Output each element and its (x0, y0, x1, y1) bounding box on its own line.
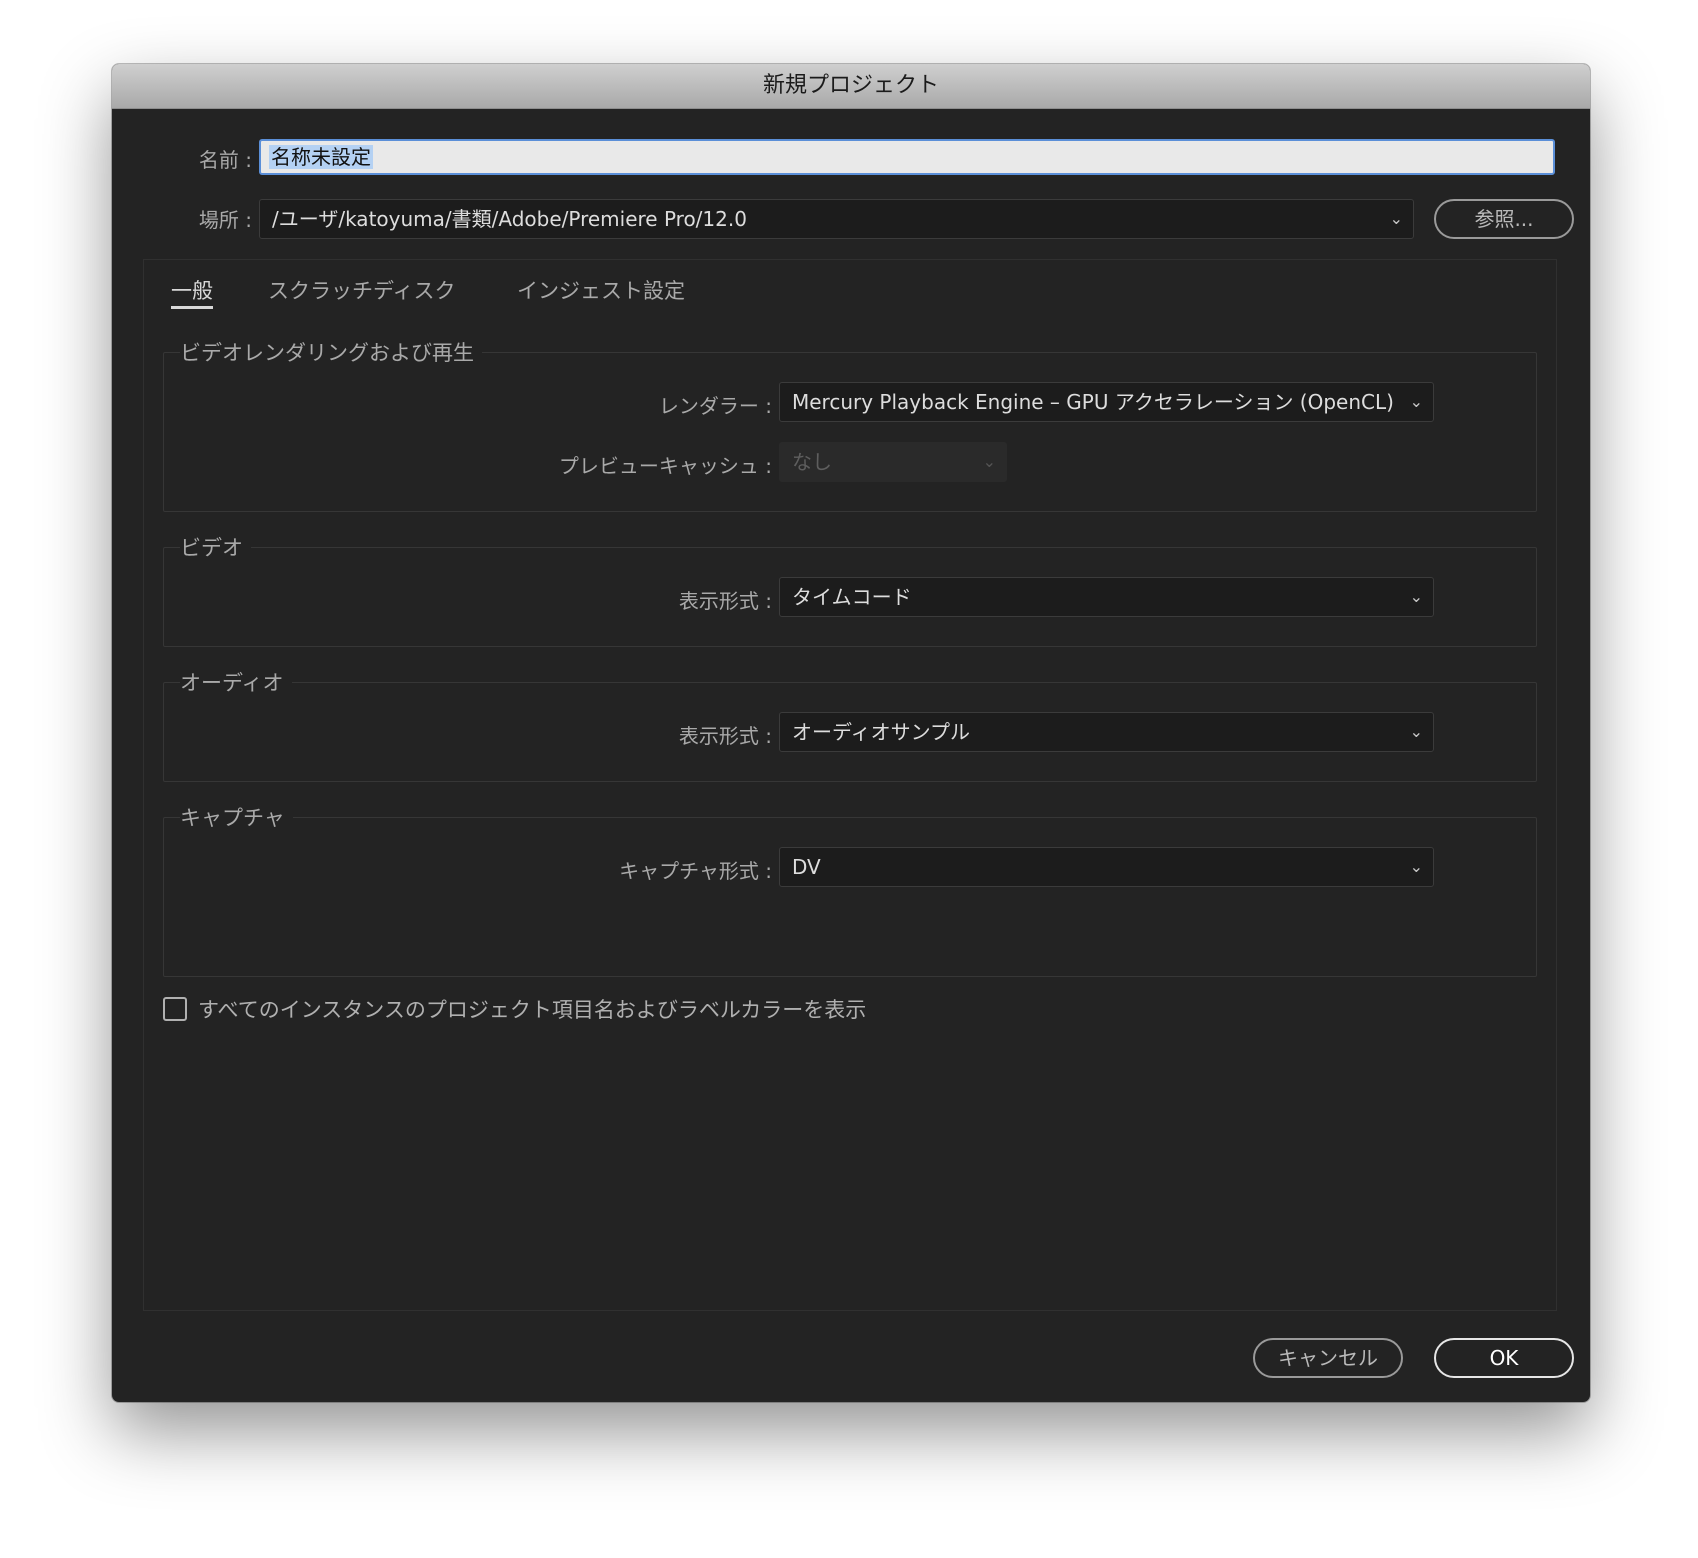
tab-general[interactable]: 一般 (171, 275, 213, 305)
preview-cache-label: プレビューキャッシュ : (558, 454, 772, 478)
renderer-value: Mercury Playback Engine – GPU アクセラレーション … (792, 390, 1394, 414)
show-labels-checkbox[interactable] (163, 997, 187, 1021)
audio-title: オーディオ (180, 667, 292, 697)
cancel-button-label: キャンセル (1278, 1346, 1378, 1370)
show-labels-checkbox-label[interactable]: すべてのインスタンスのプロジェクト項目名およびラベルカラーを表示 (198, 994, 866, 1024)
audio-display-format-label: 表示形式 : (678, 724, 772, 748)
tab-ingest-settings[interactable]: インジェスト設定 (517, 275, 685, 305)
video-display-format-label: 表示形式 : (678, 589, 772, 613)
video-display-format-value: タイムコード (792, 585, 912, 609)
tab-scratch-disks[interactable]: スクラッチディスク (268, 275, 456, 305)
audio-display-format-dropdown[interactable]: オーディオサンプル ⌄ (779, 712, 1434, 752)
browse-button-label: 参照... (1474, 207, 1534, 231)
capture-format-dropdown[interactable]: DV ⌄ (779, 847, 1434, 887)
chevron-down-icon: ⌄ (982, 452, 996, 471)
project-name-value: 名称未設定 (269, 145, 373, 169)
browse-button[interactable]: 参照... (1434, 199, 1574, 239)
location-dropdown[interactable]: /ユーザ/katoyuma/書類/Adobe/Premiere Pro/12.0… (259, 199, 1414, 239)
location-label: 場所 : (198, 208, 252, 232)
chevron-down-icon: ⌄ (1409, 392, 1423, 411)
preview-cache-dropdown: なし ⌄ (779, 442, 1007, 482)
chevron-down-icon: ⌄ (1409, 587, 1423, 606)
renderer-label: レンダラー : (658, 394, 772, 418)
video-rendering-title: ビデオレンダリングおよび再生 (180, 337, 482, 367)
capture-title: キャプチャ (180, 802, 293, 832)
video-display-format-dropdown[interactable]: タイムコード ⌄ (779, 577, 1434, 617)
chevron-down-icon: ⌄ (1409, 722, 1423, 741)
new-project-dialog: 新規プロジェクト 名前 : 名称未設定 場所 : /ユーザ/katoyuma/書… (112, 64, 1590, 1402)
active-tab-indicator (171, 306, 213, 309)
capture-group (163, 817, 1537, 977)
ok-button[interactable]: OK (1434, 1338, 1574, 1378)
name-label: 名前 : (198, 148, 252, 172)
renderer-dropdown[interactable]: Mercury Playback Engine – GPU アクセラレーション … (779, 382, 1434, 422)
video-title: ビデオ (180, 532, 251, 562)
location-value: /ユーザ/katoyuma/書類/Adobe/Premiere Pro/12.0 (272, 207, 747, 231)
video-rendering-group (163, 352, 1537, 512)
chevron-down-icon: ⌄ (1409, 857, 1423, 876)
ok-button-label: OK (1489, 1346, 1519, 1370)
window-title: 新規プロジェクト (112, 64, 1590, 109)
project-name-input[interactable]: 名称未設定 (259, 139, 1555, 175)
capture-format-value: DV (792, 855, 821, 879)
chevron-down-icon: ⌄ (1389, 209, 1403, 228)
audio-display-format-value: オーディオサンプル (792, 720, 970, 744)
capture-format-label: キャプチャ形式 : (619, 859, 772, 883)
cancel-button[interactable]: キャンセル (1253, 1338, 1403, 1378)
preview-cache-value: なし (792, 450, 832, 474)
